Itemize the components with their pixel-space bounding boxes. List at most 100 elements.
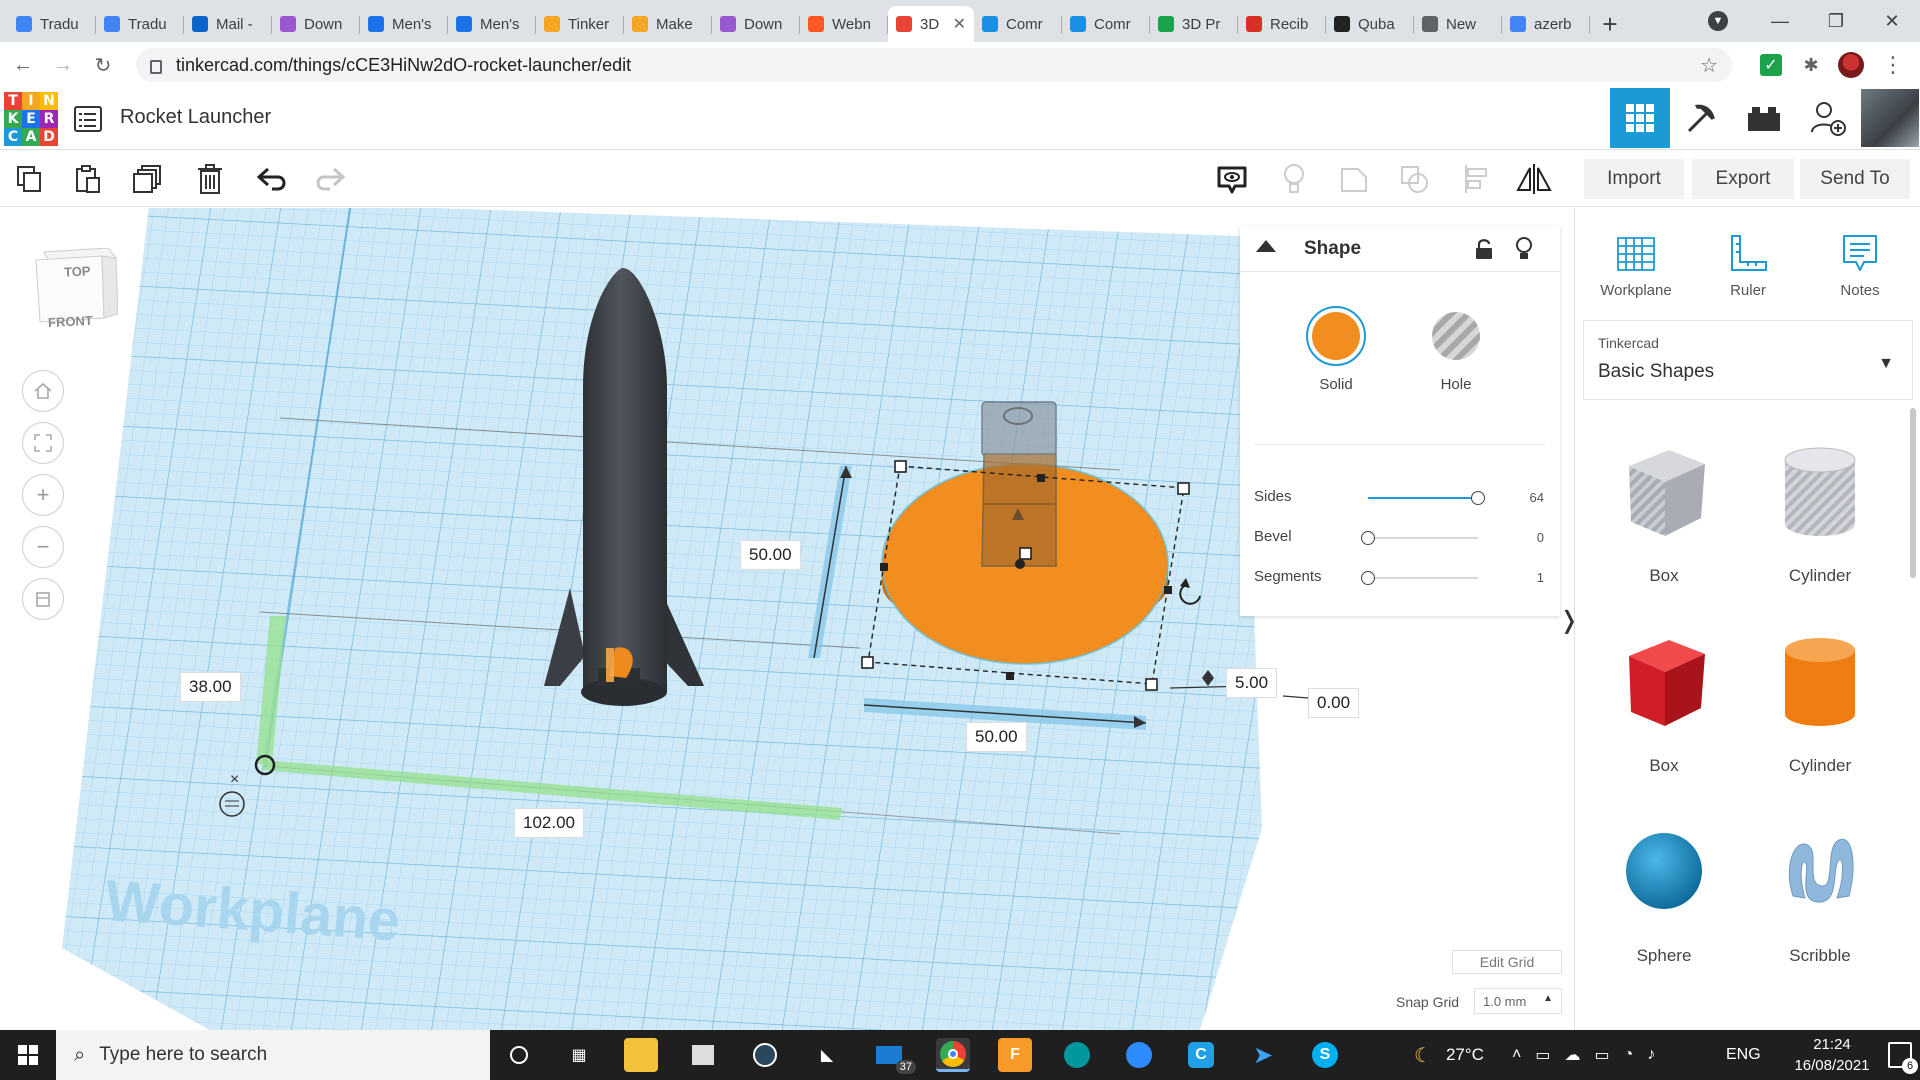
close-window-button[interactable]: ✕ bbox=[1864, 0, 1920, 42]
shape-cylinder[interactable]: Cylinder bbox=[1745, 606, 1895, 776]
edit-grid-button[interactable]: Edit Grid bbox=[1452, 950, 1562, 974]
close-tab-icon[interactable]: ✕ bbox=[953, 14, 966, 34]
ruler-y-dimension[interactable]: 38.00 bbox=[180, 672, 241, 702]
browser-tab[interactable]: Tradu bbox=[96, 6, 184, 42]
tab-search-button[interactable]: ▼ bbox=[1690, 0, 1746, 42]
clock[interactable]: 21:24 16/08/2021 bbox=[1782, 1034, 1882, 1076]
browser-tab[interactable]: Men's bbox=[448, 6, 536, 42]
minimize-button[interactable]: — bbox=[1752, 0, 1808, 42]
undo-button[interactable] bbox=[254, 161, 290, 197]
bookmark-star-icon[interactable]: ☆ bbox=[1700, 53, 1718, 78]
browser-tab[interactable]: Men's bbox=[360, 6, 448, 42]
export-button[interactable]: Export bbox=[1692, 159, 1794, 199]
predator-icon[interactable]: ◣ bbox=[810, 1038, 844, 1072]
back-button[interactable]: ← bbox=[6, 48, 40, 82]
solid-color-swatch[interactable] bbox=[1306, 306, 1366, 366]
3d-view-grid-button[interactable] bbox=[1610, 88, 1670, 148]
paste-button[interactable] bbox=[70, 161, 106, 197]
app-arrow-icon[interactable]: ➤ bbox=[1246, 1038, 1280, 1072]
browser-tab[interactable]: 3D ✕ bbox=[888, 6, 974, 42]
chrome-icon[interactable] bbox=[936, 1038, 970, 1072]
property-value[interactable]: 0 bbox=[1537, 530, 1544, 545]
extensions-puzzle-icon[interactable]: ✱ bbox=[1798, 52, 1824, 78]
maximize-button[interactable]: ❐ bbox=[1808, 0, 1864, 42]
solid-option[interactable]: Solid bbox=[1306, 306, 1366, 393]
browser-tab[interactable]: Webn bbox=[800, 6, 888, 42]
browser-tab[interactable]: Mail - bbox=[184, 6, 272, 42]
browser-tab[interactable]: Recib bbox=[1238, 6, 1326, 42]
browser-tab[interactable]: Comr bbox=[974, 6, 1062, 42]
blocks-button[interactable] bbox=[1672, 88, 1732, 148]
steam-icon[interactable] bbox=[748, 1038, 782, 1072]
shape-box[interactable]: Box bbox=[1589, 606, 1739, 776]
browser-tab[interactable]: Quba bbox=[1326, 6, 1414, 42]
mirror-button[interactable] bbox=[1516, 161, 1552, 197]
depth-dimension-input[interactable]: 5.00 bbox=[1226, 668, 1278, 698]
slider-knob[interactable] bbox=[1361, 531, 1375, 545]
invite-user-button[interactable] bbox=[1798, 88, 1858, 148]
browser-tab[interactable]: New bbox=[1414, 6, 1502, 42]
network-icon[interactable]: ◔ bbox=[1624, 1046, 1634, 1064]
browser-tab[interactable]: Down bbox=[272, 6, 360, 42]
browser-tab[interactable]: Comr bbox=[1062, 6, 1150, 42]
ruler-x-dimension[interactable]: 102.00 bbox=[514, 808, 584, 838]
browser-tab[interactable]: Make bbox=[624, 6, 712, 42]
collapse-panel-icon[interactable] bbox=[1256, 240, 1276, 252]
file-explorer-icon[interactable] bbox=[624, 1038, 658, 1072]
box-hole-shape-icon[interactable] bbox=[1589, 416, 1739, 566]
volume-icon[interactable]: ♪ bbox=[1647, 1046, 1655, 1064]
scribble-shape-icon[interactable] bbox=[1745, 796, 1895, 946]
extension-check-icon[interactable]: ✓ bbox=[1760, 54, 1782, 76]
snap-grid-select[interactable]: 1.0 mm ▲ bbox=[1474, 988, 1562, 1014]
cloud-icon[interactable]: ☁ bbox=[1564, 1045, 1580, 1065]
browser-tab[interactable]: Down bbox=[712, 6, 800, 42]
view-cube[interactable]: TOP FRONT bbox=[34, 247, 119, 347]
reload-button[interactable]: ↻ bbox=[86, 48, 120, 82]
shape-library-select[interactable]: Tinkercad Basic Shapes ▼ bbox=[1583, 320, 1913, 400]
profile-avatar-icon[interactable] bbox=[1838, 52, 1864, 78]
property-slider[interactable] bbox=[1368, 537, 1478, 539]
cylinder-hole-shape-icon[interactable] bbox=[1745, 416, 1895, 566]
property-value[interactable]: 64 bbox=[1530, 490, 1544, 505]
arduino-icon[interactable] bbox=[1060, 1038, 1094, 1072]
slider-knob[interactable] bbox=[1471, 491, 1485, 505]
sidebar-scrollbar[interactable] bbox=[1910, 408, 1916, 578]
mail-icon[interactable]: 37 bbox=[872, 1038, 916, 1074]
ortho-view-button[interactable] bbox=[22, 578, 64, 620]
fit-view-button[interactable] bbox=[22, 422, 64, 464]
device-icon[interactable]: ▭ bbox=[1535, 1045, 1550, 1065]
send-to-button[interactable]: Send To bbox=[1800, 159, 1910, 199]
notes-toggle-button[interactable] bbox=[1214, 161, 1250, 197]
group-button[interactable] bbox=[1336, 161, 1372, 197]
shape-box-hole[interactable]: Box bbox=[1589, 416, 1739, 586]
zoom-app-icon[interactable] bbox=[1122, 1038, 1156, 1072]
chevron-up-icon[interactable]: ˄ bbox=[1512, 1046, 1521, 1064]
c-app-icon[interactable]: C bbox=[1184, 1038, 1218, 1072]
import-button[interactable]: Import bbox=[1584, 159, 1684, 199]
hole-option[interactable]: Hole bbox=[1426, 306, 1486, 393]
task-view-icon[interactable]: ▦ bbox=[562, 1038, 596, 1072]
store-icon[interactable] bbox=[686, 1038, 720, 1072]
shape-scribble[interactable]: Scribble bbox=[1745, 796, 1895, 966]
lightbulb-button[interactable] bbox=[1276, 161, 1312, 197]
elevation-dimension-input[interactable]: 0.00 bbox=[1308, 688, 1360, 718]
notifications-button[interactable]: 6 bbox=[1888, 1042, 1918, 1074]
notes-tool[interactable]: Notes bbox=[1805, 226, 1915, 299]
cylinder-shape-icon[interactable] bbox=[1745, 606, 1895, 756]
redo-button[interactable] bbox=[312, 161, 348, 197]
system-tray[interactable]: ˄ ▭ ☁ ▭ ◔ ♪ bbox=[1512, 1030, 1655, 1080]
url-omnibox[interactable]: tinkercad.com/things/cCE3HiNw2dO-rocket-… bbox=[136, 48, 1732, 82]
sphere-shape-icon[interactable] bbox=[1589, 796, 1739, 946]
windows-start-button[interactable] bbox=[0, 1030, 56, 1080]
language-indicator[interactable]: ENG bbox=[1726, 1030, 1761, 1080]
align-button[interactable] bbox=[1458, 161, 1494, 197]
view-cube-top-label[interactable]: TOP bbox=[64, 263, 91, 279]
new-tab-button[interactable]: + bbox=[1590, 6, 1630, 42]
browser-tab[interactable]: Tradu bbox=[8, 6, 96, 42]
ruler-tool[interactable]: Ruler bbox=[1693, 226, 1803, 299]
copy-button[interactable] bbox=[12, 161, 48, 197]
skype-icon[interactable]: S bbox=[1308, 1038, 1342, 1072]
taskbar-search-box[interactable]: ⌕ Type here to search bbox=[56, 1030, 490, 1080]
tinkercad-logo[interactable]: TINKERCAD bbox=[4, 92, 58, 146]
forward-button[interactable]: → bbox=[46, 48, 80, 82]
